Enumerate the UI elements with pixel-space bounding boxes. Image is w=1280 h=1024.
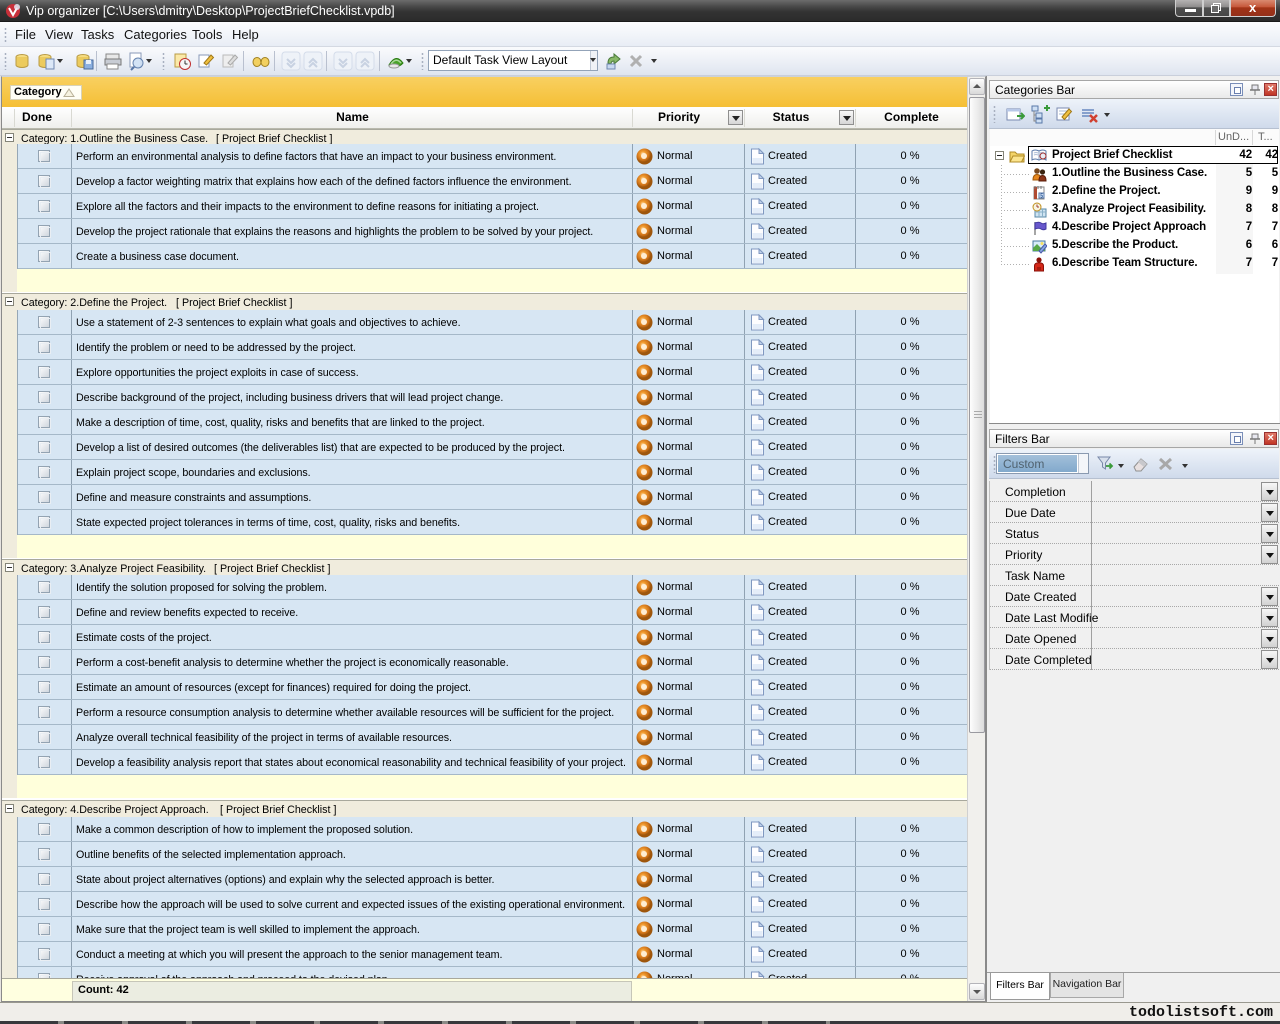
- svg-text:5: 5: [1040, 194, 1043, 200]
